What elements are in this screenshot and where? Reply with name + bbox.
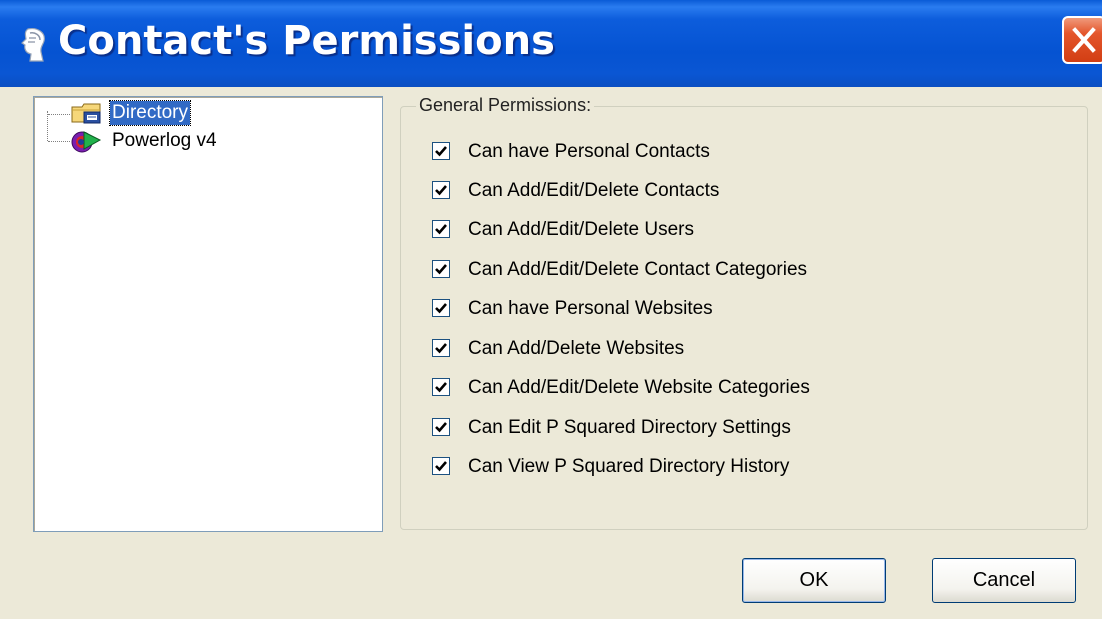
checkmark-icon [435, 422, 447, 433]
tree-item-label: Powerlog v4 [112, 130, 217, 151]
permission-label: Can Add/Edit/Delete Contact Categories [468, 259, 808, 280]
permission-row[interactable]: Can Add/Edit/Delete Contacts [432, 179, 1032, 203]
checkmark-icon [435, 461, 447, 472]
permission-row[interactable]: Can Add/Edit/Delete Contact Categories [432, 258, 1032, 282]
checkmark-icon [435, 303, 447, 314]
tree-item-directory[interactable]: Directory [70, 100, 290, 126]
permission-row[interactable]: Can Add/Edit/Delete Website Categories [432, 376, 1032, 400]
tree-item-label: Directory [108, 100, 192, 126]
close-button[interactable] [1062, 16, 1102, 64]
permission-row[interactable]: Can have Personal Contacts [432, 140, 1032, 164]
tree-item-powerlog[interactable]: Powerlog v4 [70, 129, 290, 153]
checkmark-icon [435, 382, 447, 393]
permission-row[interactable]: Can Add/Delete Websites [432, 337, 1032, 361]
permissions-dialog: Contact's Permissions Directory Powerlog… [0, 0, 1102, 619]
window-title: Contact's Permissions [58, 18, 555, 64]
checkbox-checked[interactable] [432, 457, 450, 475]
checkmark-icon [435, 185, 447, 196]
cancel-button[interactable]: Cancel [932, 558, 1076, 603]
permission-label: Can Add/Edit/Delete Contacts [468, 180, 720, 201]
checkbox-checked[interactable] [432, 260, 450, 278]
checkmark-icon [435, 264, 447, 275]
group-title: General Permissions: [416, 93, 595, 117]
checkmark-icon [435, 343, 447, 354]
checkbox-checked[interactable] [432, 181, 450, 199]
checkbox-checked[interactable] [432, 418, 450, 436]
permission-row[interactable]: Can Edit P Squared Directory Settings [432, 416, 1032, 440]
checkmark-icon [435, 146, 447, 157]
folder-icon [71, 103, 101, 124]
permission-label: Can Add/Edit/Delete Website Categories [468, 377, 810, 398]
app-icon [21, 28, 45, 62]
permission-label: Can have Personal Websites [468, 298, 713, 319]
checkbox-checked[interactable] [432, 299, 450, 317]
checkbox-checked[interactable] [432, 142, 450, 160]
checkmark-icon [435, 224, 447, 235]
close-icon [1072, 27, 1096, 53]
permission-row[interactable]: Can have Personal Websites [432, 297, 1032, 321]
permission-row[interactable]: Can Add/Edit/Delete Users [432, 218, 1032, 242]
permission-label: Can View P Squared Directory History [468, 456, 790, 477]
permission-label: Can Add/Edit/Delete Users [468, 219, 695, 240]
tree-connector-line [47, 111, 48, 141]
tree-connector-line [48, 141, 70, 142]
tree-connector-line [48, 114, 70, 115]
permission-row[interactable]: Can View P Squared Directory History [432, 455, 1032, 479]
permission-label: Can Add/Delete Websites [468, 338, 685, 359]
checkbox-checked[interactable] [432, 220, 450, 238]
checkbox-checked[interactable] [432, 378, 450, 396]
permission-label: Can have Personal Contacts [468, 141, 710, 162]
checkbox-checked[interactable] [432, 339, 450, 357]
powerlog-app-icon [71, 131, 102, 153]
title-bar[interactable]: Contact's Permissions [0, 0, 1102, 87]
category-tree[interactable]: Directory Powerlog v4 [33, 96, 383, 532]
permission-label: Can Edit P Squared Directory Settings [468, 417, 791, 438]
ok-button[interactable]: OK [742, 558, 886, 603]
